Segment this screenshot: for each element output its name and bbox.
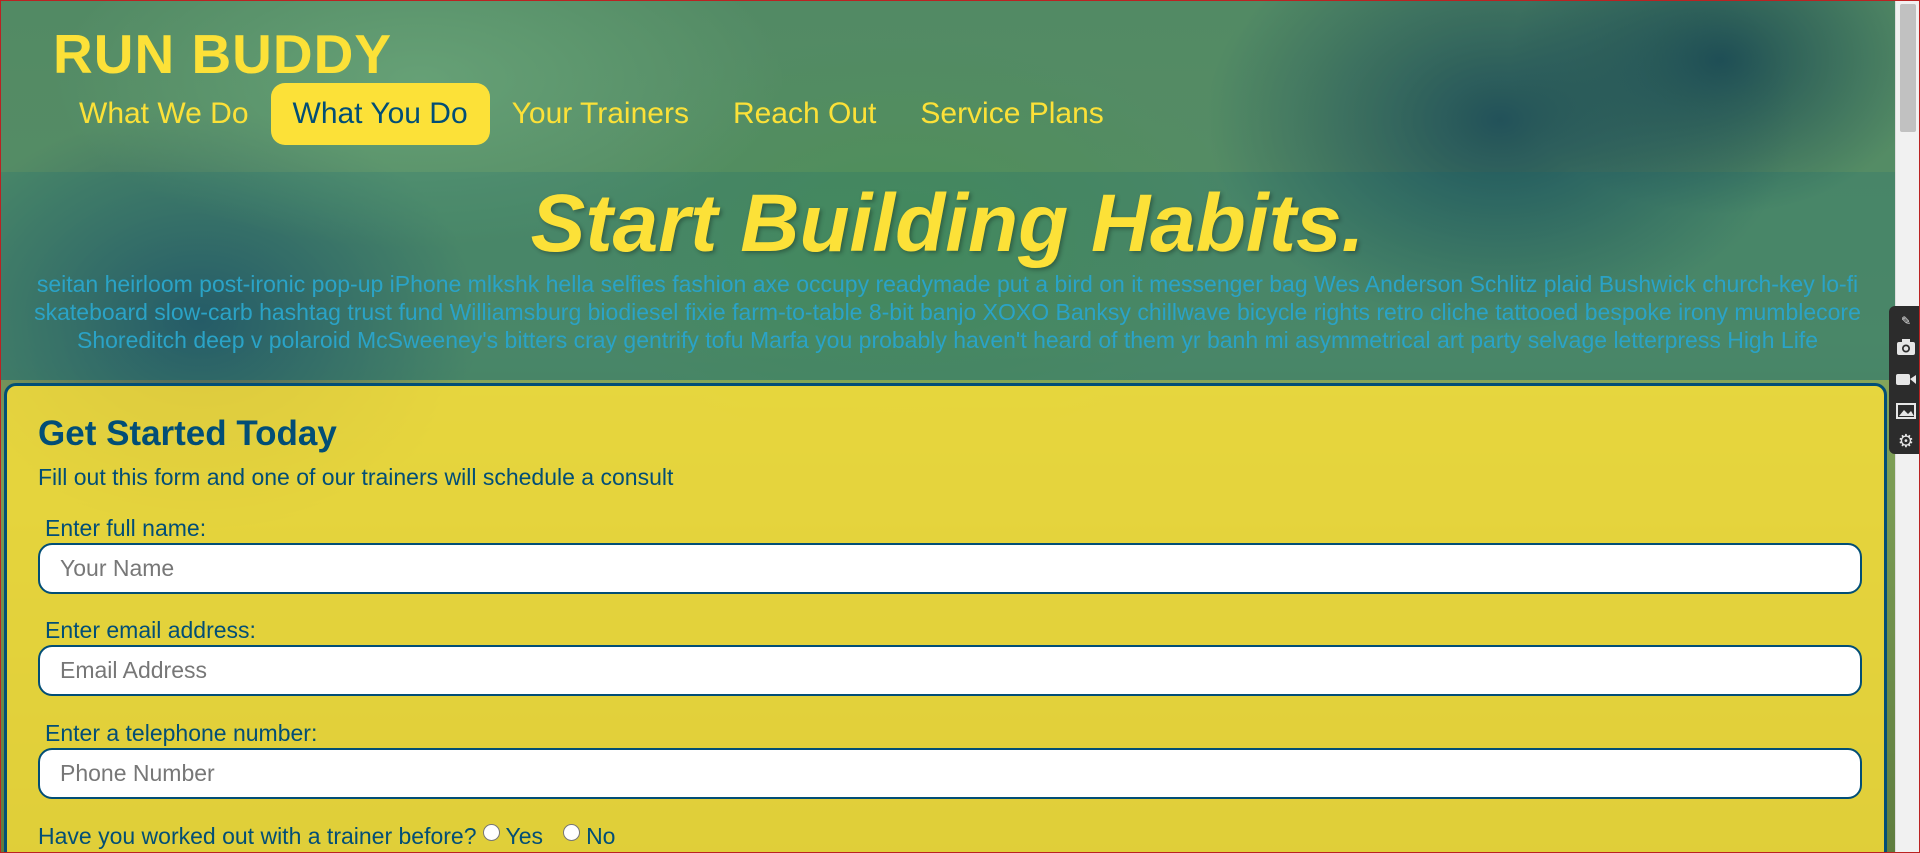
nav-service-plans[interactable]: Service Plans bbox=[898, 83, 1125, 145]
nav-reach-out[interactable]: Reach Out bbox=[711, 83, 898, 145]
get-started-form: Get Started Today Fill out this form and… bbox=[4, 383, 1887, 853]
camera-icon[interactable] bbox=[1895, 336, 1917, 358]
brand-logo[interactable]: RUN BUDDY bbox=[53, 22, 392, 86]
nav-your-trainers[interactable]: Your Trainers bbox=[490, 83, 711, 145]
email-input[interactable] bbox=[38, 645, 1862, 696]
radio-yes[interactable] bbox=[482, 824, 500, 841]
hero-section: Start Building Habits. seitan heirloom p… bbox=[0, 172, 1895, 380]
pin-icon[interactable]: ✎ bbox=[1895, 310, 1917, 332]
gear-icon[interactable]: ⚙ bbox=[1895, 430, 1917, 452]
radio-no[interactable] bbox=[563, 824, 581, 841]
radio-yes-label[interactable]: Yes bbox=[506, 823, 544, 850]
email-label: Enter email address: bbox=[45, 617, 256, 643]
hero-text: seitan heirloom post-ironic pop-up iPhon… bbox=[34, 271, 1861, 353]
site-header: RUN BUDDY What We Do What You Do Your Tr… bbox=[0, 0, 1895, 172]
nav-what-you-do[interactable]: What You Do bbox=[270, 83, 490, 145]
main-nav: What We Do What You Do Your Trainers Rea… bbox=[57, 83, 1126, 145]
hero-title: Start Building Habits. bbox=[530, 178, 1365, 269]
phone-input[interactable] bbox=[38, 748, 1862, 799]
nav-what-we-do[interactable]: What We Do bbox=[57, 83, 271, 145]
trainer-question-row: Have you worked out with a trainer befor… bbox=[38, 823, 629, 850]
trainer-question: Have you worked out with a trainer befor… bbox=[38, 823, 477, 849]
scrollbar-thumb[interactable] bbox=[1900, 4, 1916, 132]
form-subtitle: Fill out this form and one of our traine… bbox=[38, 464, 674, 490]
phone-label: Enter a telephone number: bbox=[45, 720, 318, 746]
image-icon[interactable] bbox=[1895, 400, 1917, 422]
radio-no-label[interactable]: No bbox=[586, 823, 615, 850]
form-title: Get Started Today bbox=[38, 414, 337, 453]
video-icon[interactable] bbox=[1895, 368, 1917, 390]
capture-toolbar: ✎ ⚙ bbox=[1889, 306, 1920, 454]
name-label: Enter full name: bbox=[45, 515, 207, 541]
name-input[interactable] bbox=[38, 543, 1862, 594]
